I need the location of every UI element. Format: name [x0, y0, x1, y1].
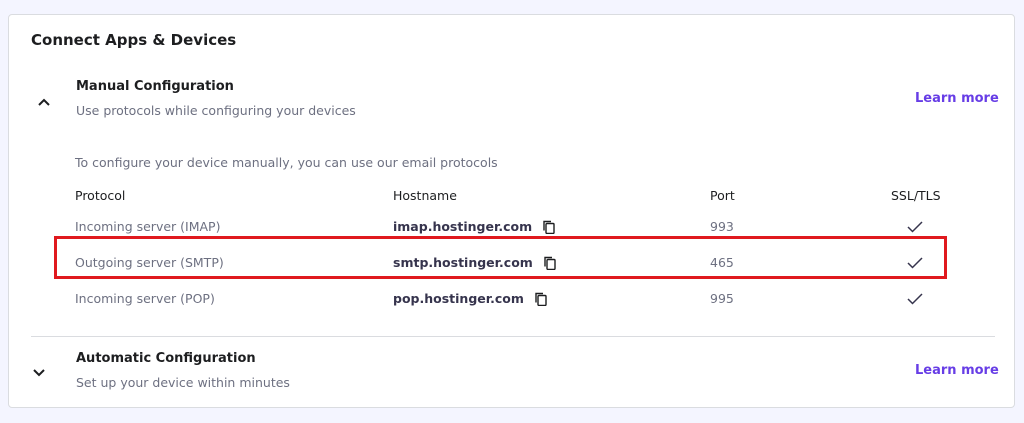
hostname-cell: pop.hostinger.com	[393, 284, 548, 314]
protocol-cell: Incoming server (POP)	[75, 291, 215, 306]
chevron-up-icon	[38, 98, 50, 106]
automatic-config-title: Automatic Configuration	[76, 351, 256, 366]
copy-hostname-button[interactable]	[542, 220, 556, 234]
collapse-manual-button[interactable]	[35, 93, 53, 111]
copy-icon	[535, 292, 547, 306]
port-cell: 995	[710, 291, 734, 306]
column-header-port: Port	[710, 188, 735, 203]
copy-icon	[543, 220, 555, 234]
column-header-hostname: Hostname	[393, 188, 457, 203]
ssl-cell	[907, 284, 923, 314]
hostname-text: pop.hostinger.com	[393, 291, 524, 306]
chevron-down-icon	[33, 369, 45, 377]
manual-intro-text: To configure your device manually, you c…	[75, 155, 498, 170]
connect-apps-card: Connect Apps & Devices Manual Configurat…	[8, 14, 1015, 408]
copy-hostname-button[interactable]	[534, 292, 548, 306]
panel-title: Connect Apps & Devices	[31, 31, 237, 49]
smtp-row-highlight	[54, 236, 947, 279]
column-header-ssl: SSL/TLS	[891, 188, 941, 203]
manual-config-subtitle: Use protocols while configuring your dev…	[76, 103, 356, 118]
automatic-learn-more-link[interactable]: Learn more	[915, 363, 999, 378]
check-icon	[907, 221, 923, 233]
check-icon	[907, 293, 923, 305]
manual-config-title: Manual Configuration	[76, 79, 234, 94]
column-header-protocol: Protocol	[75, 188, 126, 203]
manual-learn-more-link[interactable]: Learn more	[915, 91, 999, 106]
section-divider	[31, 336, 995, 337]
automatic-config-subtitle: Set up your device within minutes	[76, 375, 290, 390]
expand-automatic-button[interactable]	[30, 364, 48, 382]
table-row: Incoming server (POP) pop.hostinger.com …	[9, 284, 1014, 314]
